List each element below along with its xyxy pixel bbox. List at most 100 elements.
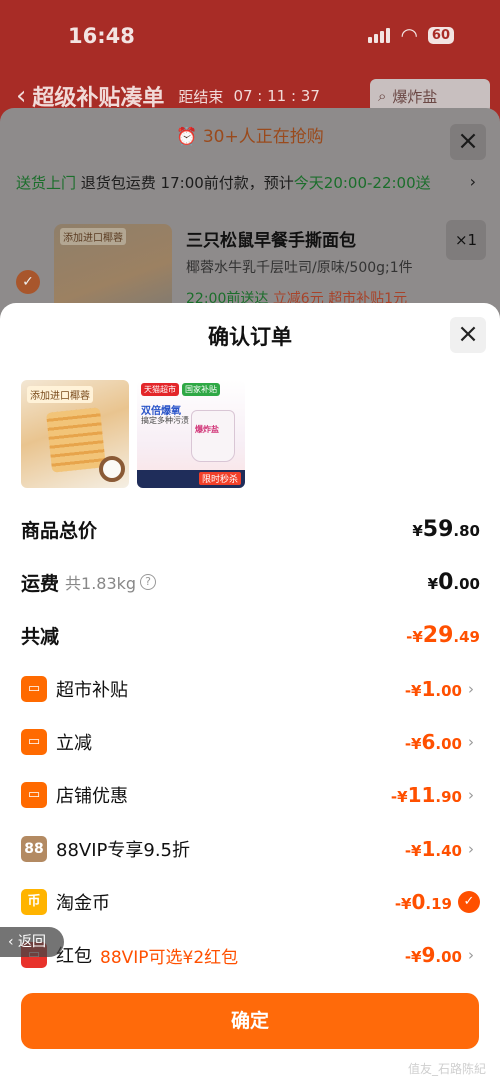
close-icon[interactable]: × [450,317,486,353]
item-thumb-tag: 添加进口椰蓉 [60,228,126,245]
battery-icon: 60 [427,26,454,44]
signal-icon [368,27,391,43]
currency: -¥ [394,895,412,913]
confirm-button[interactable]: 确定 [21,993,479,1049]
thumb-tag: 添加进口椰蓉 [27,386,93,403]
discount-row-red-packet[interactable]: ▭ 红包 88VIP可选¥2红包 -¥9.00 › [21,940,480,970]
amount-dec: .40 [435,842,462,860]
item-thumbnail[interactable]: 添加进口椰蓉 [54,224,172,314]
currency: -¥ [404,735,422,753]
vip-88-icon: 88 [21,836,47,862]
close-icon[interactable]: × [450,124,486,160]
currency: ¥ [427,574,439,593]
discount-note: 88VIP可选¥2红包 [100,947,239,968]
item-title: 三只松鼠早餐手撕面包 [186,231,356,251]
currency: -¥ [404,948,422,966]
floating-back-button[interactable]: ‹ 返回 [0,927,64,957]
discount-row-taojinbi[interactable]: 币 淘金币 -¥ 0.19 ✓ [21,887,480,917]
discount-label: 淘金币 [56,893,110,914]
urgency-banner: ⏰ 30+人正在抢购 [176,127,324,147]
item-spec[interactable]: 椰蓉水牛乳千层吐司/原味/500g;1件 [186,257,436,277]
bread-graphic [46,407,106,473]
currency: -¥ [406,627,423,646]
amount-dec: .00 [435,948,462,966]
discount-value: -¥ 9.00 [405,943,462,967]
discount-value: -¥ 1.00 [405,677,462,701]
amount-dec: .19 [425,895,452,913]
sheet-title: 确认订单 [208,325,292,349]
total-value: ¥59.80 [412,517,480,542]
coupon-icon: ▭ [21,676,47,702]
discount-row-store-coupon[interactable]: ▭ 店铺优惠 -¥ 11.90 › [21,780,480,810]
thumb-badge: 限时秒杀 [198,472,241,485]
reduction-label: 共减 [21,625,60,648]
thumb-footer: 限时秒杀 [137,470,245,488]
jar-label: 爆炸盐 [195,425,219,434]
confirm-order-sheet: 确认订单 × 添加进口椰蓉 天猫超市 国家补贴 双倍爆氧 搞定多种污渍 爆炸盐 … [0,303,500,1086]
chevron-right-icon: › [468,733,474,751]
currency: -¥ [404,682,422,700]
amount-dec: .49 [453,627,480,646]
discount-value: -¥ 1.40 [405,837,462,861]
search-icon: ⌕ [378,87,387,105]
total-label: 商品总价 [21,519,98,542]
discount-row-supermarket-subsidy[interactable]: ▭ 超市补贴 -¥ 1.00 › [21,674,480,704]
countdown-label: 距结束 [178,87,224,106]
watermark: 值友_石路陈紀 [407,1062,486,1076]
chevron-right-icon: › [469,172,476,191]
coin-icon: 币 [21,889,47,915]
discount-label: 88VIP专享9.5折 [56,840,191,861]
amount-dec: .00 [435,682,462,700]
chevron-right-icon: › [468,840,474,858]
status-time: 16:48 [68,24,135,48]
discount-label: 立减 [56,733,92,754]
back-arrow-icon[interactable]: ‹ [16,83,26,109]
amount-int: 29 [422,622,454,648]
checkmark-icon[interactable]: ✓ [458,891,480,913]
amount-int: 59 [422,516,454,542]
currency: ¥ [412,521,423,540]
thumb-tags: 天猫超市 国家补贴 [141,383,220,396]
currency: -¥ [390,788,408,806]
discount-row-instant-reduction[interactable]: ▭ 立减 -¥ 6.00 › [21,727,480,757]
chevron-right-icon: › [468,946,474,964]
shipping-row: 运费 共1.83kg ? ¥0.00 [21,567,480,597]
quantity-button[interactable]: ×1 [446,220,486,260]
coupon-icon: ▭ [21,782,47,808]
discount-value: -¥ 6.00 [405,730,462,754]
wifi-icon: ◠ [400,23,418,47]
thumb-tag-2: 国家补贴 [182,383,220,396]
amount-int: 0 [438,569,454,595]
delivery-time: 今天20:00-22:00送 [293,174,431,192]
discount-value: -¥ 0.19 [395,890,452,914]
shipping-value: ¥0.00 [428,570,480,595]
chevron-right-icon: › [468,680,474,698]
delivery-info[interactable]: 送货上门 退货包运费 17:00前付款，预计今天20:00-22:00送 [16,172,486,193]
delivery-green: 送货上门 [16,174,77,192]
thumb-subline: 搞定多种污渍 [141,416,189,425]
amount-int: 9 [421,943,436,967]
product-thumb-bleach[interactable]: 天猫超市 国家补贴 双倍爆氧 搞定多种污渍 爆炸盐 限时秒杀 [137,380,245,488]
amount-dec: .90 [435,788,462,806]
amount-int: 1 [421,677,436,701]
jar-graphic [191,410,235,462]
item-checkbox[interactable]: ✓ [16,270,40,294]
discount-row-88vip[interactable]: 88 88VIP专享9.5折 -¥ 1.40 › [21,834,480,864]
amount-dec: .00 [453,574,480,593]
amount-dec: .00 [435,735,462,753]
currency: -¥ [404,842,422,860]
countdown: 07 : 11 : 37 [233,87,320,105]
delivery-text: 退货包运费 17:00前付款，预计 [76,174,294,192]
shipping-weight: 共1.83kg [65,574,137,593]
amount-int: 0 [411,890,426,914]
amount-int: 1 [421,837,436,861]
amount-dec: .80 [453,521,480,540]
search-placeholder: 爆炸盐 [392,87,438,106]
product-thumb-bread[interactable]: 添加进口椰蓉 [21,380,129,488]
help-icon[interactable]: ? [140,574,157,590]
reduction-value: -¥ 29.49 [406,623,480,648]
discount-label: 超市补贴 [56,680,128,701]
shipping-label: 运费 [21,572,60,595]
coconut-graphic [99,456,125,482]
status-icons: ◠ 60 [368,23,454,47]
